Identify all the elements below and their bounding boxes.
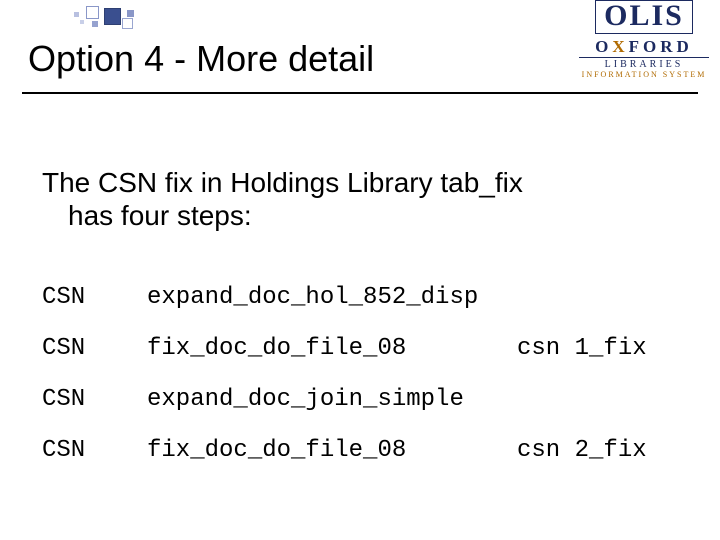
cell-param: csn 2_fix <box>517 425 687 476</box>
logo-olis: OLIS <box>595 0 693 34</box>
cell-func: expand_doc_join_simple <box>147 374 517 425</box>
logo-sub2: INFORMATION SYSTEM <box>568 70 720 79</box>
logo-ox-x: X <box>612 37 628 56</box>
cell-func: fix_doc_do_file_08 <box>147 323 517 374</box>
deco-square <box>86 6 99 19</box>
deco-square <box>80 20 84 24</box>
title-underline <box>22 92 698 94</box>
deco-square <box>104 8 121 25</box>
cell-param <box>517 374 687 425</box>
table-row: CSN expand_doc_join_simple <box>42 374 687 425</box>
cell-param <box>517 272 687 323</box>
cell-csn: CSN <box>42 425 147 476</box>
intro-line-2: has four steps: <box>42 199 682 232</box>
deco-square <box>127 10 134 17</box>
table-row: CSN expand_doc_hol_852_disp <box>42 272 687 323</box>
logo-ox-o: O <box>595 37 612 56</box>
deco-square <box>92 21 98 27</box>
logo-oxford: OXFORD <box>568 38 720 55</box>
cell-func: expand_doc_hol_852_disp <box>147 272 517 323</box>
table-row: CSN fix_doc_do_file_08 csn 1_fix <box>42 323 687 374</box>
deco-square <box>122 18 133 29</box>
intro-line-1: The CSN fix in Holdings Library tab_fix <box>42 166 682 199</box>
cell-csn: CSN <box>42 272 147 323</box>
logo-sub1: LIBRARIES <box>568 59 720 70</box>
table-row: CSN fix_doc_do_file_08 csn 2_fix <box>42 425 687 476</box>
cell-param: csn 1_fix <box>517 323 687 374</box>
cell-func: fix_doc_do_file_08 <box>147 425 517 476</box>
deco-square <box>74 12 79 17</box>
decorative-squares <box>22 6 162 36</box>
cell-csn: CSN <box>42 323 147 374</box>
logo-rule <box>579 57 709 58</box>
slide-title: Option 4 - More detail <box>28 38 374 80</box>
logo: OLIS OXFORD LIBRARIES INFORMATION SYSTEM <box>568 0 720 79</box>
slide: OLIS OXFORD LIBRARIES INFORMATION SYSTEM… <box>0 0 720 540</box>
cell-csn: CSN <box>42 374 147 425</box>
logo-ox-rest: FORD <box>629 37 693 56</box>
intro-text: The CSN fix in Holdings Library tab_fix … <box>42 166 682 232</box>
steps-table: CSN expand_doc_hol_852_disp CSN fix_doc_… <box>42 272 687 476</box>
